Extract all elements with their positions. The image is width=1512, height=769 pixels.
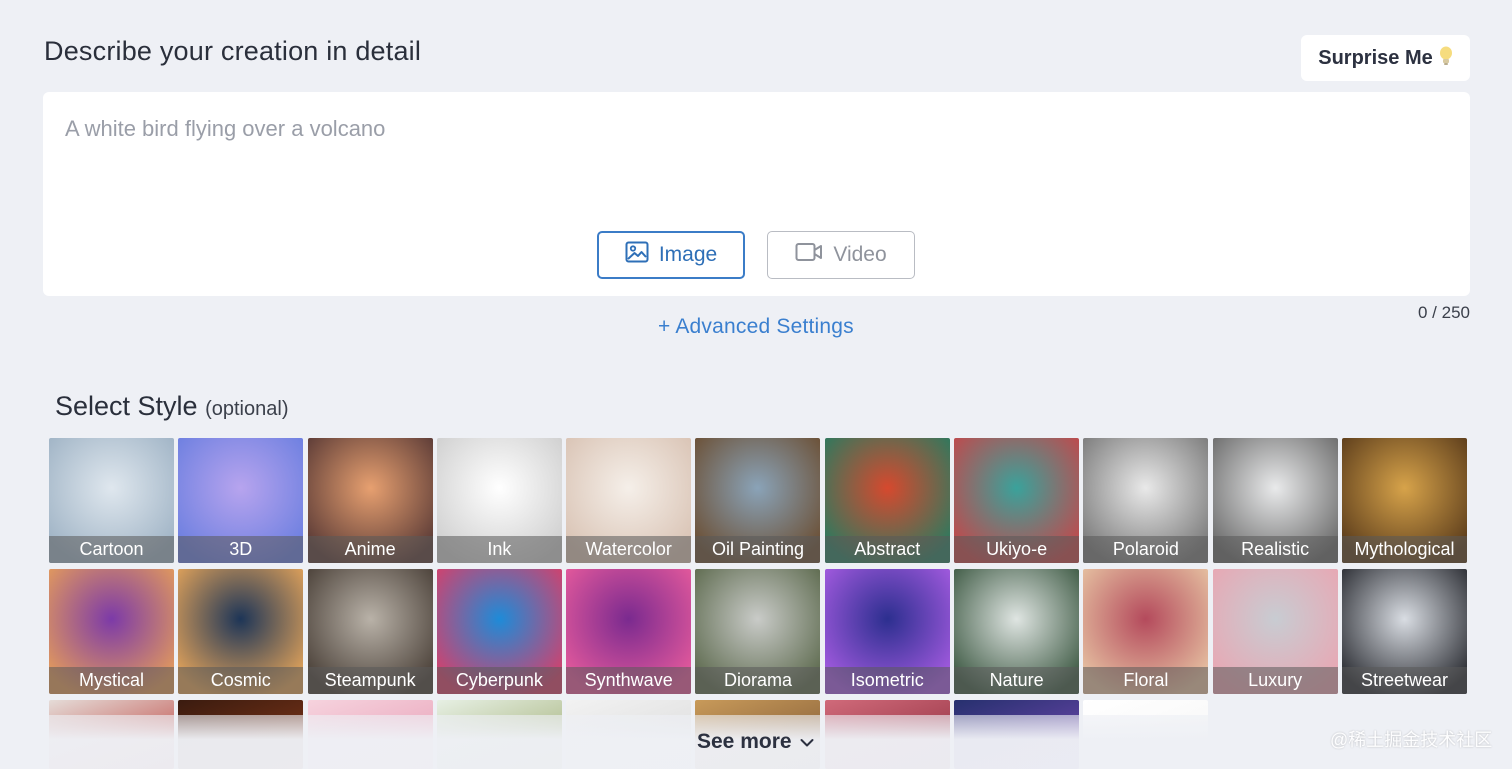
style-tile-label: Ukiyo-e	[954, 536, 1080, 563]
style-tile-label: Synthwave	[566, 667, 692, 694]
style-tile-cyberpunk[interactable]: Cyberpunk	[436, 569, 562, 694]
style-tile-luxury[interactable]: Luxury	[1212, 569, 1338, 694]
style-tile-oil-painting[interactable]: Oil Painting	[695, 438, 821, 563]
style-tile-floral[interactable]: Floral	[1083, 569, 1209, 694]
style-tile-streetwear[interactable]: Streetwear	[1341, 569, 1467, 694]
style-tile-label: Anime	[307, 536, 433, 563]
select-style-optional: (optional)	[205, 398, 289, 420]
style-tile-isometric[interactable]: Isometric	[824, 569, 950, 694]
style-tile-nature[interactable]: Nature	[954, 569, 1080, 694]
lightbulb-icon	[1439, 46, 1453, 71]
style-tile-abstract[interactable]: Abstract	[824, 438, 950, 563]
style-tile-cosmic[interactable]: Cosmic	[178, 569, 304, 694]
image-icon	[625, 241, 649, 269]
style-tile-label: Floral	[1083, 667, 1209, 694]
surprise-me-button[interactable]: Surprise Me	[1301, 35, 1470, 81]
style-tile-anime[interactable]: Anime	[307, 438, 433, 563]
style-tile-label: Streetwear	[1341, 667, 1467, 694]
style-tile-watercolor[interactable]: Watercolor	[566, 438, 692, 563]
prompt-container: Image Video	[43, 92, 1470, 296]
style-grid: Cartoon 3D Anime Ink Watercolor Oil Painting A…	[49, 438, 1467, 694]
style-tile-label: Diorama	[695, 667, 821, 694]
watermark: @稀土掘金技术社区	[1330, 730, 1493, 750]
chevron-down-icon	[800, 730, 814, 754]
style-tile-3d[interactable]: 3D	[178, 438, 304, 563]
style-tile-label: Oil Painting	[695, 536, 821, 563]
style-tile-label: Isometric	[824, 667, 950, 694]
style-tile-realistic[interactable]: Realistic	[1212, 438, 1338, 563]
prompt-input[interactable]	[65, 116, 1445, 216]
style-tile-label: Watercolor	[566, 536, 692, 563]
select-style-title: Select Style	[55, 391, 198, 421]
image-mode-label: Image	[658, 243, 718, 266]
style-tile-label: Mystical	[49, 667, 174, 694]
style-tile-label: Ink	[436, 536, 562, 563]
style-tile-ukiyo-e[interactable]: Ukiyo-e	[954, 438, 1080, 563]
style-tile-label: Nature	[954, 667, 1080, 694]
style-tile-mythological[interactable]: Mythological	[1341, 438, 1467, 563]
style-tile-label: Cyberpunk	[436, 667, 562, 694]
style-tile-label: Luxury	[1212, 667, 1338, 694]
style-tile-label: 3D	[178, 536, 304, 563]
character-counter: 0 / 250	[1418, 303, 1470, 322]
advanced-settings-link[interactable]: + Advanced Settings	[658, 315, 854, 339]
page-title: Describe your creation in detail	[44, 36, 422, 66]
style-tile-label: Steampunk	[307, 667, 433, 694]
style-tile-mystical[interactable]: Mystical	[49, 569, 174, 694]
style-tile-diorama[interactable]: Diorama	[695, 569, 821, 694]
style-tile-polaroid[interactable]: Polaroid	[1083, 438, 1209, 563]
style-tile-ink[interactable]: Ink	[436, 438, 562, 563]
see-more-label: See more	[697, 730, 792, 753]
style-tile-steampunk[interactable]: Steampunk	[307, 569, 433, 694]
video-mode-label: Video	[833, 243, 887, 266]
image-mode-button[interactable]: Image	[597, 231, 745, 279]
style-tile-synthwave[interactable]: Synthwave	[566, 569, 692, 694]
video-camera-icon	[795, 242, 823, 268]
surprise-me-label: Surprise Me	[1318, 46, 1433, 69]
style-tile-label: Mythological	[1341, 536, 1467, 563]
style-tile-label: Cartoon	[49, 536, 174, 563]
style-tile-label: Realistic	[1212, 536, 1338, 563]
video-mode-button[interactable]: Video	[767, 231, 915, 279]
style-tile-label: Polaroid	[1083, 536, 1209, 563]
see-more-button[interactable]: See more	[697, 730, 814, 754]
style-tile-label: Cosmic	[178, 667, 304, 694]
style-tile-cartoon[interactable]: Cartoon	[49, 438, 174, 563]
style-tile-label: Abstract	[824, 536, 950, 563]
select-style-heading: Select Style (optional)	[55, 391, 288, 422]
